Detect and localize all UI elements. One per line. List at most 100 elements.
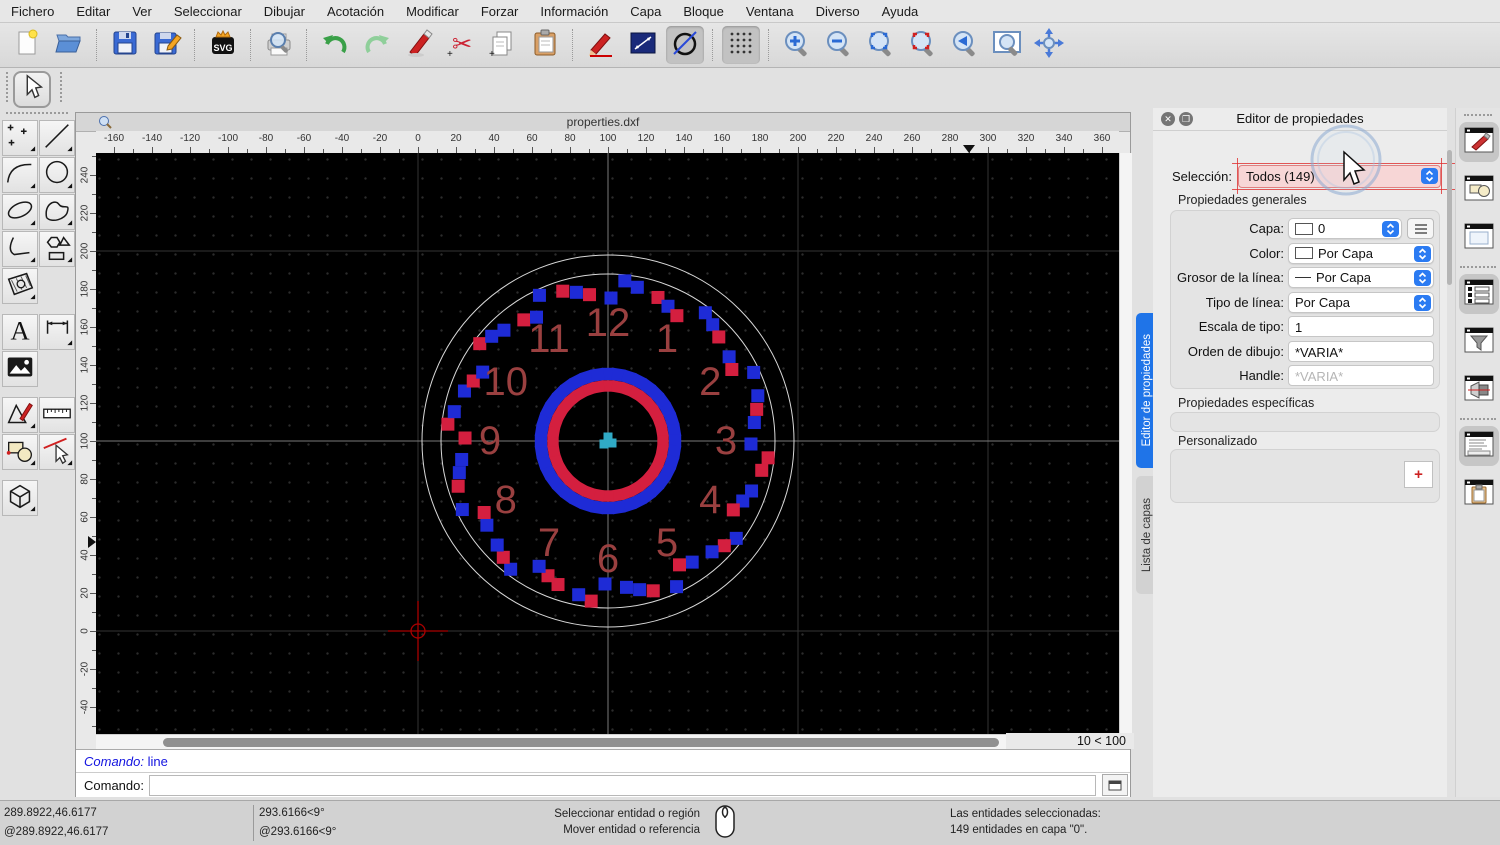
undo-button[interactable] <box>316 26 354 64</box>
line-tool-button[interactable] <box>624 26 662 64</box>
undo-icon <box>320 28 350 63</box>
tool-line-button[interactable] <box>39 120 75 156</box>
menu-item-modificar[interactable]: Modificar <box>395 4 470 19</box>
field-combo-2[interactable]: Por Capa <box>1288 267 1434 288</box>
tool-image-icon <box>3 350 37 389</box>
specific-properties-title: Propiedades específicas <box>1178 396 1314 410</box>
zoom-auto-button[interactable] <box>862 26 900 64</box>
field-combo-1[interactable]: Por Capa <box>1288 243 1434 264</box>
stepper-icon[interactable] <box>1382 221 1399 237</box>
selection-dropdown[interactable]: Todos (149) <box>1238 165 1441 188</box>
menu-item-forzar[interactable]: Forzar <box>470 4 530 19</box>
menu-item-ventana[interactable]: Ventana <box>735 4 805 19</box>
tool-modify-button[interactable] <box>2 397 38 433</box>
dock-layer-list-button[interactable] <box>1459 274 1499 314</box>
command-input[interactable] <box>149 775 1096 796</box>
tool-polyline-button[interactable] <box>2 231 38 267</box>
menu-item-editar[interactable]: Editar <box>65 4 121 19</box>
menu-item-dibujar[interactable]: Dibujar <box>253 4 316 19</box>
dock-command-history-button[interactable] <box>1459 426 1499 466</box>
field-combo-0[interactable]: 0 <box>1288 218 1402 239</box>
tool-image-button[interactable] <box>2 351 38 387</box>
float-panel-icon[interactable]: ❐ <box>1179 112 1193 126</box>
palette-handle <box>6 112 68 114</box>
paste-button[interactable] <box>526 26 564 64</box>
save-as-button[interactable] <box>148 26 186 64</box>
add-custom-property-button[interactable]: + <box>1404 461 1433 488</box>
tool-points-button[interactable] <box>2 120 38 156</box>
tool-select-entity-button[interactable] <box>39 434 75 470</box>
print-preview-button[interactable] <box>260 26 298 64</box>
stepper-icon[interactable] <box>1414 270 1431 286</box>
new-file-button[interactable] <box>8 26 46 64</box>
horizontal-scrollbar-thumb[interactable] <box>163 738 999 747</box>
dock-command-options-button[interactable] <box>1459 370 1499 410</box>
stepper-icon[interactable] <box>1414 246 1431 262</box>
zoom-select-icon <box>908 28 938 63</box>
select-arrow-button[interactable] <box>13 71 51 108</box>
tool-hatch-button[interactable] <box>2 268 38 304</box>
dock-property-editor-button[interactable] <box>1459 122 1499 162</box>
svg-export-button[interactable]: SVG <box>204 26 242 64</box>
save-button[interactable] <box>106 26 144 64</box>
layer-menu-button[interactable] <box>1407 218 1434 239</box>
zoom-window-button[interactable] <box>988 26 1026 64</box>
tool-dimension-button[interactable] <box>39 314 75 350</box>
custom-properties-title: Personalizado <box>1178 434 1257 448</box>
horizontal-scrollbar[interactable] <box>96 734 1119 749</box>
drawing-canvas[interactable]: 121234567891011 <box>96 153 1119 734</box>
copy-button[interactable]: + <box>484 26 522 64</box>
selection-status-line2: 149 entidades en capa "0". <box>950 824 1087 836</box>
relative-polar: @293.6166<9° <box>259 826 336 838</box>
menu-item-ver[interactable]: Ver <box>121 4 163 19</box>
field-input-4[interactable]: 1 <box>1288 316 1434 337</box>
tool-hatch-icon <box>3 267 37 306</box>
field-input-6[interactable]: *VARIA* <box>1288 365 1434 386</box>
command-window-button[interactable] <box>1102 774 1128 796</box>
field-label-1: Color: <box>1153 243 1284 265</box>
zoom-previous-button[interactable] <box>946 26 984 64</box>
tool-arc-button[interactable] <box>2 157 38 193</box>
tool-shape-edit-button[interactable] <box>2 434 38 470</box>
cut-button[interactable]: ✂+ <box>442 26 480 64</box>
circle-tool-button[interactable] <box>666 26 704 64</box>
menu-item-fichero[interactable]: Fichero <box>0 4 65 19</box>
tool-polygon-button[interactable] <box>39 231 75 267</box>
dock-block-list-button[interactable] <box>1459 170 1499 210</box>
absolute-polar: 293.6166<9° <box>259 807 325 819</box>
field-input-5[interactable]: *VARIA* <box>1288 341 1434 362</box>
menu-item-acotacion[interactable]: Acotación <box>316 4 395 19</box>
menu-item-informacion[interactable]: Información <box>529 4 619 19</box>
pen-button[interactable] <box>582 26 620 64</box>
toolbar-handle <box>6 72 8 102</box>
stepper-icon[interactable] <box>1421 168 1438 184</box>
dock-layer-filter-button[interactable] <box>1459 322 1499 362</box>
menu-item-seleccionar[interactable]: Seleccionar <box>163 4 253 19</box>
zoom-select-button[interactable] <box>904 26 942 64</box>
menu-item-capa[interactable]: Capa <box>619 4 672 19</box>
dock-library-browser-button[interactable] <box>1459 218 1499 258</box>
grid-toggle-button[interactable] <box>722 26 760 64</box>
tool-spline-button[interactable] <box>39 194 75 230</box>
close-icon[interactable]: ✕ <box>1161 112 1175 126</box>
tool-circle-button[interactable] <box>39 157 75 193</box>
tool-box-3d-button[interactable] <box>2 480 38 516</box>
menu-item-ayuda[interactable]: Ayuda <box>871 4 930 19</box>
selection-label: Selección: <box>1153 165 1232 188</box>
open-file-button[interactable] <box>50 26 88 64</box>
stepper-icon[interactable] <box>1414 295 1431 311</box>
tool-text-button[interactable]: A <box>2 314 38 350</box>
tool-ellipse-button[interactable] <box>2 194 38 230</box>
vertical-scrollbar[interactable] <box>1119 153 1132 734</box>
zoom-out-button[interactable] <box>820 26 858 64</box>
menu-item-bloque[interactable]: Bloque <box>672 4 734 19</box>
tool-measure-button[interactable] <box>39 397 75 433</box>
dock-clipboard-panel-button[interactable] <box>1459 474 1499 514</box>
redo-button[interactable] <box>358 26 396 64</box>
menu-item-diverso[interactable]: Diverso <box>805 4 871 19</box>
delete-button[interactable] <box>400 26 438 64</box>
panel-scrollbar[interactable] <box>1447 150 1452 285</box>
zoom-pan-button[interactable] <box>1030 26 1068 64</box>
zoom-in-button[interactable] <box>778 26 816 64</box>
field-combo-3[interactable]: Por Capa <box>1288 292 1434 313</box>
